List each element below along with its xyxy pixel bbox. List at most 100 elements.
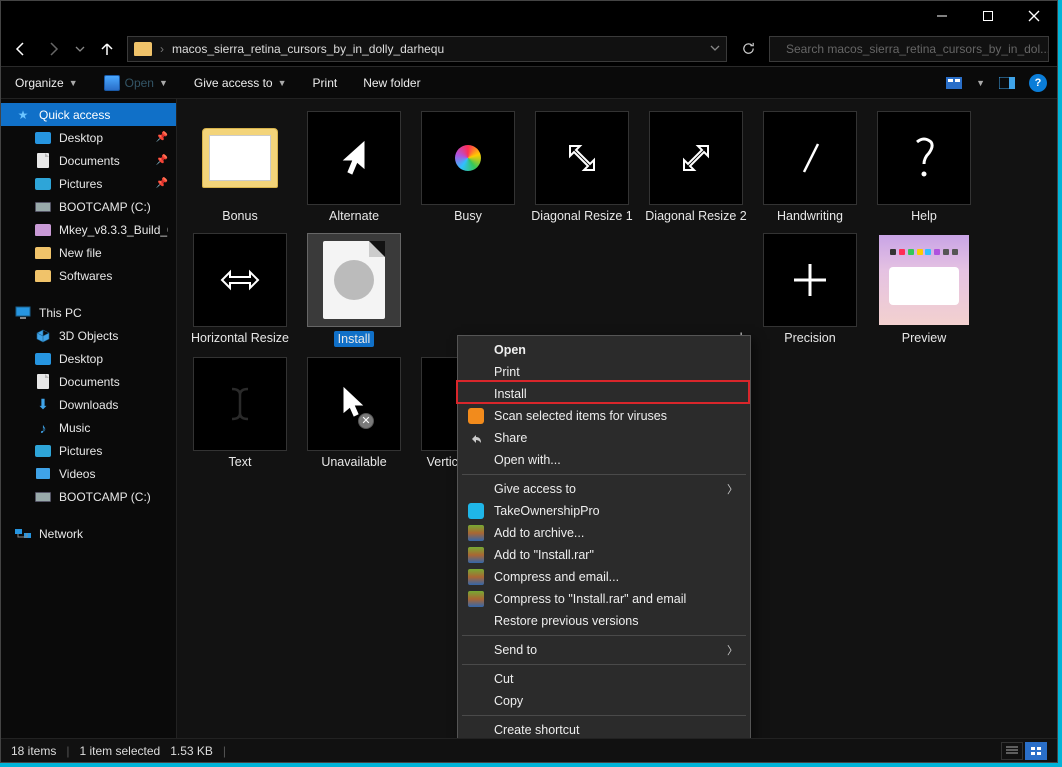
back-button[interactable] <box>9 37 33 61</box>
file-item-bonus[interactable]: Bonus <box>185 107 295 225</box>
sidebar-item-bootcamp2[interactable]: BOOTCAMP (C:) <box>1 485 176 508</box>
give-access-menu[interactable]: Give access to ▼ <box>194 76 287 90</box>
sidebar-item-3d-objects[interactable]: 3D Objects <box>1 324 176 347</box>
address-chevron-down-icon[interactable] <box>710 42 720 56</box>
menu-item-add-archive[interactable]: Add to archive... <box>460 522 748 544</box>
view-large-icons-button[interactable] <box>1025 742 1047 760</box>
new-folder-button[interactable]: New folder <box>363 76 420 90</box>
chevron-right-icon: 〉 <box>727 642 738 658</box>
command-bar: Organize ▼ Open ▼ Give access to ▼ Print… <box>1 67 1057 99</box>
sidebar-item-bootcamp[interactable]: BOOTCAMP (C:) <box>1 195 176 218</box>
file-item-help[interactable]: Help <box>869 107 979 225</box>
pin-icon: 📌 <box>156 178 168 189</box>
menu-label: Install <box>494 387 527 401</box>
item-view[interactable]: Bonus Alternate Busy Diagonal Re <box>177 99 1057 738</box>
sidebar-item-pictures[interactable]: Pictures 📌 <box>1 172 176 195</box>
menu-item-scan[interactable]: Scan selected items for viruses <box>460 405 748 427</box>
sidebar-item-mkey[interactable]: Mkey_v8.3.3_Build_06122017 <box>1 218 176 241</box>
menu-item-give-access[interactable]: Give access to 〉 <box>460 478 748 500</box>
forward-button[interactable] <box>41 37 65 61</box>
chevron-down-icon[interactable]: ▼ <box>976 78 985 88</box>
preview-pane-icon[interactable] <box>999 75 1015 91</box>
network-icon <box>15 526 31 542</box>
desktop-icon <box>35 132 51 144</box>
menu-item-create-shortcut[interactable]: Create shortcut <box>460 719 748 738</box>
sidebar-item-softwares[interactable]: Softwares <box>1 264 176 287</box>
minimize-button[interactable] <box>919 1 965 31</box>
menu-item-install[interactable]: Install <box>460 383 748 405</box>
sidebar-quick-access[interactable]: ★ Quick access <box>1 103 176 126</box>
address-bar[interactable]: › macos_sierra_retina_cursors_by_in_doll… <box>127 36 727 62</box>
winrar-icon <box>468 547 484 563</box>
sidebar-this-pc[interactable]: This PC <box>1 301 176 324</box>
file-item-install[interactable]: Install <box>299 229 409 349</box>
cursor-horiz-icon <box>218 265 262 295</box>
file-item-unavailable[interactable]: ✕ Unavailable <box>299 353 409 471</box>
cursor-text-icon <box>228 385 252 423</box>
menu-label: Share <box>494 431 527 445</box>
file-label: Alternate <box>329 209 379 223</box>
file-label: Horizontal Resize <box>191 331 289 345</box>
cube-icon <box>35 328 51 344</box>
menu-item-cut[interactable]: Cut <box>460 668 748 690</box>
refresh-button[interactable] <box>735 36 761 62</box>
sidebar-item-videos[interactable]: Videos <box>1 462 176 485</box>
menu-item-add-rar[interactable]: Add to "Install.rar" <box>460 544 748 566</box>
maximize-button[interactable] <box>965 1 1011 31</box>
menu-item-open[interactable]: Open <box>460 339 748 361</box>
folder-icon <box>202 128 278 188</box>
menu-label: TakeOwnershipPro <box>494 504 600 518</box>
file-item-normal[interactable]: al <box>641 229 751 349</box>
menu-item-copy[interactable]: Copy <box>460 690 748 712</box>
file-label: Busy <box>454 209 482 223</box>
menu-item-share[interactable]: Share <box>460 427 748 449</box>
sidebar-item-label: Desktop <box>59 352 103 366</box>
file-item-diagonal-resize-1[interactable]: Diagonal Resize 1 <box>527 107 637 225</box>
file-item-text[interactable]: Text <box>185 353 295 471</box>
menu-item-restore[interactable]: Restore previous versions <box>460 610 748 632</box>
close-button[interactable] <box>1011 1 1057 31</box>
file-item-horizontal-resize[interactable]: Horizontal Resize <box>185 229 295 349</box>
sidebar-item-desktop2[interactable]: Desktop <box>1 347 176 370</box>
menu-item-open-with[interactable]: Open with... <box>460 449 748 471</box>
menu-item-takeownership[interactable]: TakeOwnershipPro <box>460 500 748 522</box>
sidebar-item-documents[interactable]: Documents 📌 <box>1 149 176 172</box>
view-details-button[interactable] <box>1001 742 1023 760</box>
menu-item-compress-rar-email[interactable]: Compress to "Install.rar" and email <box>460 588 748 610</box>
menu-item-print[interactable]: Print <box>460 361 748 383</box>
view-options-icon[interactable] <box>946 75 962 91</box>
install-file-icon <box>323 241 385 319</box>
search-box[interactable]: Search macos_sierra_retina_cursors_by_in… <box>769 36 1049 62</box>
file-item-busy[interactable]: Busy <box>413 107 523 225</box>
organize-menu[interactable]: Organize ▼ <box>15 76 78 90</box>
status-bar: 18 items | 1 item selected 1.53 KB | <box>1 738 1057 762</box>
breadcrumb-folder[interactable]: macos_sierra_retina_cursors_by_in_dolly_… <box>172 42 444 56</box>
file-item-alternate[interactable]: Alternate <box>299 107 409 225</box>
explorer-window: › macos_sierra_retina_cursors_by_in_doll… <box>0 0 1058 763</box>
sidebar-item-pictures2[interactable]: Pictures <box>1 439 176 462</box>
file-item-diagonal-resize-2[interactable]: Diagonal Resize 2 <box>641 107 751 225</box>
help-button[interactable]: ? <box>1029 74 1047 92</box>
up-button[interactable] <box>95 37 119 61</box>
sidebar-item-label: This PC <box>39 306 82 320</box>
sidebar-network[interactable]: Network <box>1 522 176 545</box>
menu-item-compress-email[interactable]: Compress and email... <box>460 566 748 588</box>
file-item-precision[interactable]: Precision <box>755 229 865 349</box>
print-button[interactable]: Print <box>313 76 338 90</box>
file-item-preview[interactable]: Preview <box>869 229 979 349</box>
recent-chevron-down-icon[interactable] <box>73 37 87 61</box>
folder-icon <box>35 247 51 259</box>
title-bar <box>1 1 1057 31</box>
new-folder-label: New folder <box>363 76 420 90</box>
sidebar-item-desktop[interactable]: Desktop 📌 <box>1 126 176 149</box>
open-menu[interactable]: Open ▼ <box>104 75 168 91</box>
file-item-handwriting[interactable]: Handwriting <box>755 107 865 225</box>
sidebar-item-downloads[interactable]: ⬇ Downloads <box>1 393 176 416</box>
sidebar-item-newfile[interactable]: New file <box>1 241 176 264</box>
sidebar-item-documents2[interactable]: Documents <box>1 370 176 393</box>
pictures-icon <box>35 178 51 190</box>
menu-item-send-to[interactable]: Send to 〉 <box>460 639 748 661</box>
sidebar-item-music[interactable]: ♪ Music <box>1 416 176 439</box>
status-item-count: 18 items <box>11 744 56 758</box>
star-icon: ★ <box>15 107 31 123</box>
